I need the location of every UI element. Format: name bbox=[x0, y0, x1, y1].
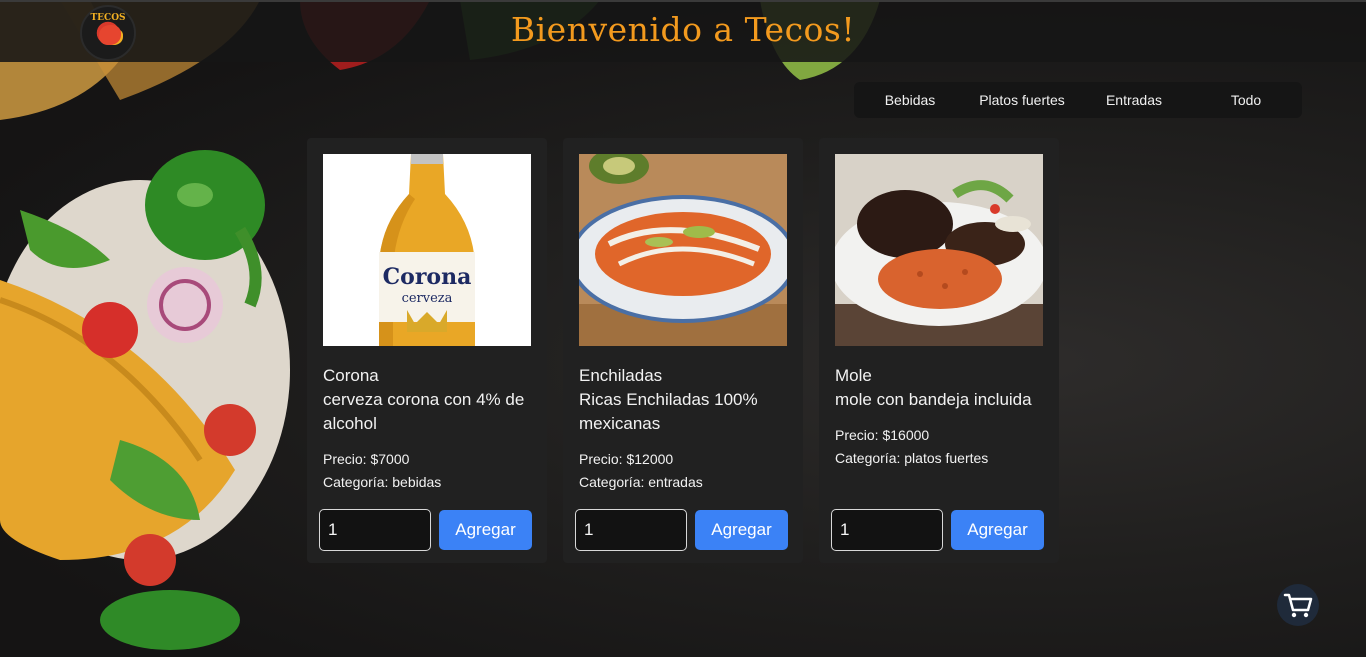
filter-bebidas-button[interactable]: Bebidas bbox=[854, 92, 966, 108]
category-filter-bar: Bebidas Platos fuertes Entradas Todo bbox=[854, 82, 1302, 118]
cart-button[interactable] bbox=[1277, 584, 1319, 626]
product-name: Mole bbox=[835, 366, 872, 385]
product-name: Enchiladas bbox=[579, 366, 663, 385]
mole-plate-icon bbox=[835, 154, 1043, 346]
product-price: Precio: $16000 bbox=[835, 427, 930, 443]
filter-entradas-button[interactable]: Entradas bbox=[1078, 92, 1190, 108]
product-category: Categoría: bebidas bbox=[323, 474, 442, 490]
product-description: cerveza corona con 4% de alcohol bbox=[323, 390, 525, 433]
add-to-cart-button[interactable]: Agregar bbox=[951, 510, 1044, 550]
cart-icon bbox=[1283, 593, 1313, 618]
product-image-mole bbox=[835, 154, 1043, 346]
quantity-input[interactable] bbox=[319, 509, 431, 551]
product-description: mole con bandeja incluida bbox=[835, 390, 1032, 409]
page-title: Bienvenido a Tecos! bbox=[510, 10, 856, 49]
product-price: Precio: $12000 bbox=[579, 451, 674, 467]
add-to-cart-button[interactable]: Agregar bbox=[695, 510, 788, 550]
top-header: TECOS Bienvenido a Tecos! bbox=[0, 0, 1366, 62]
filter-platos-fuertes-button[interactable]: Platos fuertes bbox=[966, 92, 1078, 108]
product-card-enchiladas: Enchiladas Ricas Enchiladas 100% mexican… bbox=[563, 138, 803, 563]
product-category: Categoría: platos fuertes bbox=[835, 450, 989, 466]
bottle-brand-text: Corona bbox=[383, 264, 472, 290]
quantity-input[interactable] bbox=[831, 509, 943, 551]
product-grid: Corona cerveza Corona cerveza corona con… bbox=[307, 138, 1059, 563]
product-card-corona: Corona cerveza Corona cerveza corona con… bbox=[307, 138, 547, 563]
product-image-enchiladas bbox=[579, 154, 787, 346]
filter-todo-button[interactable]: Todo bbox=[1190, 92, 1302, 108]
product-category: Categoría: entradas bbox=[579, 474, 703, 490]
quantity-input[interactable] bbox=[575, 509, 687, 551]
enchiladas-plate-icon bbox=[579, 154, 787, 346]
bottle-sub-text: cerveza bbox=[402, 291, 453, 306]
product-name: Corona bbox=[323, 366, 379, 385]
product-price: Precio: $7000 bbox=[323, 451, 410, 467]
product-description: Ricas Enchiladas 100% mexicanas bbox=[579, 390, 758, 433]
beer-bottle-icon: Corona cerveza bbox=[323, 154, 531, 346]
product-image-corona: Corona cerveza bbox=[323, 154, 531, 346]
add-to-cart-button[interactable]: Agregar bbox=[439, 510, 532, 550]
product-card-mole: Mole mole con bandeja incluida Precio: $… bbox=[819, 138, 1059, 563]
